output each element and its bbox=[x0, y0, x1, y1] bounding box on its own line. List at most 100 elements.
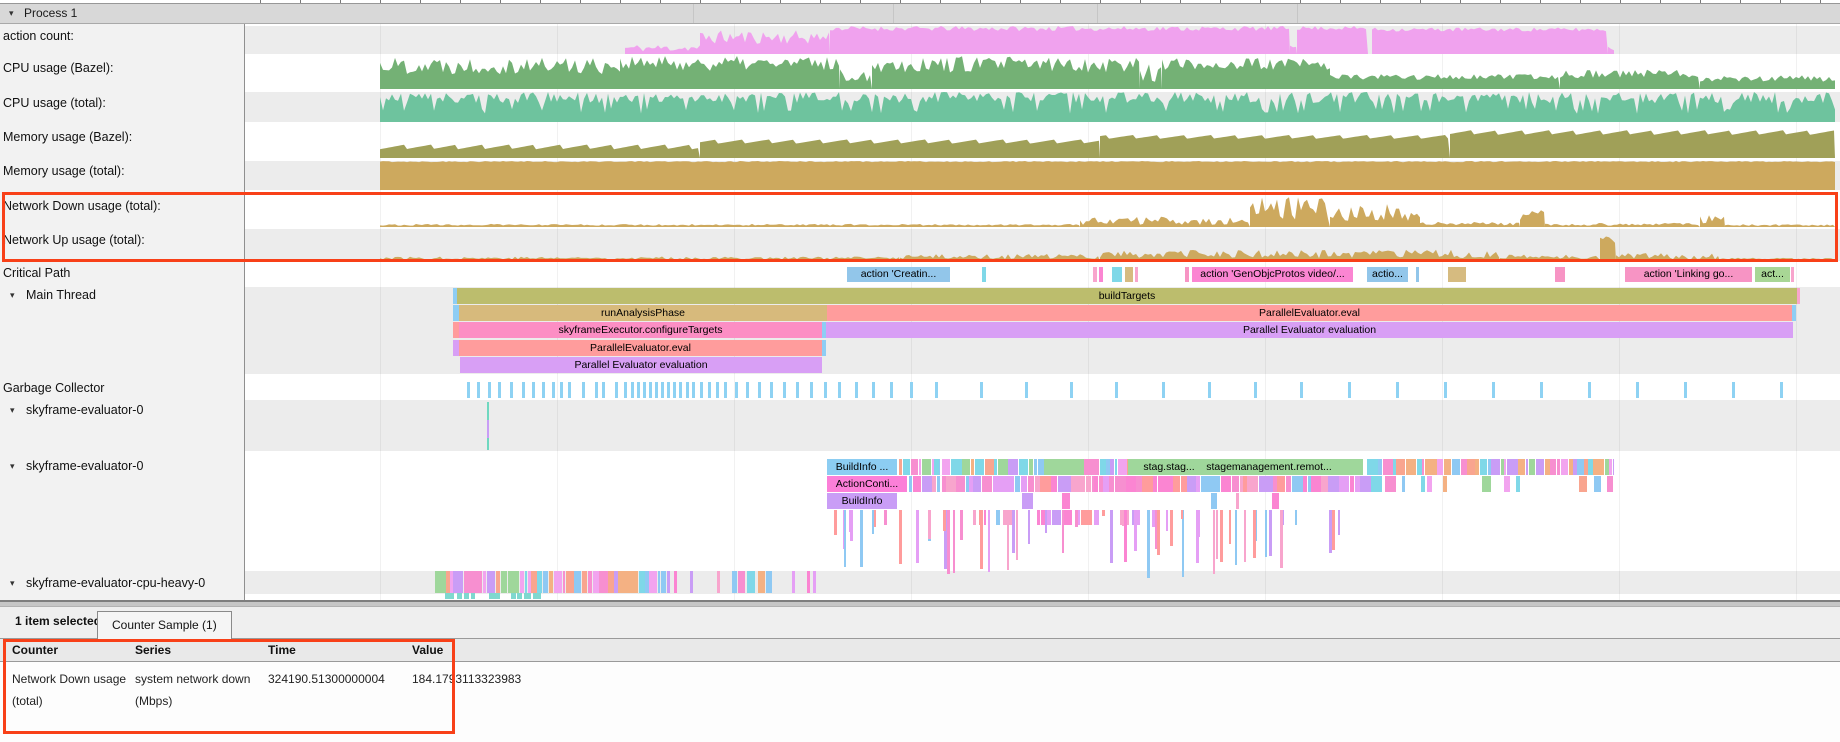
gc-event-tick[interactable] bbox=[510, 382, 513, 398]
counter-chart-memory-usage-bazel[interactable] bbox=[0, 124, 1840, 158]
flame-spike[interactable] bbox=[1007, 510, 1009, 570]
flame-slice[interactable] bbox=[1425, 459, 1433, 475]
main-thread-slice-parallelevaluator-eval[interactable]: ParallelEvaluator.eval bbox=[827, 305, 1792, 321]
flame-slice[interactable] bbox=[962, 459, 970, 475]
gc-event-tick[interactable] bbox=[655, 382, 658, 398]
flame-slice[interactable] bbox=[1480, 459, 1487, 475]
flame-spike[interactable] bbox=[1110, 510, 1113, 563]
flame-slice[interactable] bbox=[1609, 459, 1612, 475]
counter-area-action-count[interactable] bbox=[625, 26, 1614, 54]
gc-event-tick[interactable] bbox=[522, 382, 525, 398]
flame-slice[interactable] bbox=[496, 571, 501, 593]
flame-slice[interactable] bbox=[1062, 493, 1070, 509]
flame-spike[interactable] bbox=[844, 510, 846, 567]
skyframe-slice-buildinfo[interactable]: BuildInfo bbox=[827, 493, 897, 509]
flame-slice[interactable] bbox=[1577, 459, 1584, 475]
flame-slice[interactable] bbox=[1475, 459, 1479, 475]
flame-slice[interactable] bbox=[1385, 476, 1396, 492]
flame-slice[interactable] bbox=[998, 459, 1008, 475]
flame-slice[interactable] bbox=[922, 459, 928, 475]
flame-slice[interactable] bbox=[1094, 476, 1098, 492]
flame-spike[interactable] bbox=[1295, 510, 1297, 525]
cpu-heavy-subslice[interactable] bbox=[517, 593, 522, 599]
flame-spike[interactable] bbox=[953, 510, 955, 573]
gc-event-tick[interactable] bbox=[855, 382, 858, 398]
flame-spike[interactable] bbox=[1157, 510, 1160, 555]
flame-slice[interactable] bbox=[1181, 476, 1187, 492]
flame-slice[interactable] bbox=[1000, 476, 1003, 492]
gc-event-tick[interactable] bbox=[667, 382, 670, 398]
flame-slice[interactable] bbox=[1277, 476, 1285, 492]
flame-slice[interactable] bbox=[969, 476, 972, 492]
gc-event-tick[interactable] bbox=[1732, 382, 1735, 398]
gc-event-tick[interactable] bbox=[637, 382, 640, 398]
cpu-heavy-subslice[interactable] bbox=[533, 593, 541, 599]
flame-slice[interactable] bbox=[1536, 459, 1544, 475]
flame-slice[interactable] bbox=[1314, 476, 1321, 492]
flame-slice[interactable] bbox=[1086, 476, 1092, 492]
collapse-arrow-icon[interactable]: ▾ bbox=[10, 461, 15, 472]
flame-slice[interactable] bbox=[1247, 476, 1258, 492]
flame-slice[interactable] bbox=[946, 476, 955, 492]
tab-counter-sample[interactable]: Counter Sample (1) bbox=[97, 611, 232, 640]
critical-path-slice[interactable] bbox=[1185, 267, 1189, 282]
gc-event-tick[interactable] bbox=[1588, 382, 1591, 398]
flame-slice[interactable] bbox=[1210, 476, 1220, 492]
gc-event-tick[interactable] bbox=[467, 382, 470, 398]
gc-event-tick[interactable] bbox=[810, 382, 813, 398]
gc-event-tick[interactable] bbox=[910, 382, 913, 398]
skyframe-slice[interactable] bbox=[1046, 459, 1084, 475]
panel-resize-handle[interactable] bbox=[0, 600, 1840, 607]
flame-spike[interactable] bbox=[1016, 510, 1018, 560]
flame-slice[interactable] bbox=[1452, 459, 1461, 475]
flame-slice[interactable] bbox=[1187, 476, 1196, 492]
counter-area-cpu-usage-total[interactable] bbox=[380, 92, 1835, 122]
flame-slice[interactable] bbox=[1561, 459, 1568, 475]
flame-slice[interactable] bbox=[1071, 476, 1079, 492]
gc-event-tick[interactable] bbox=[1684, 382, 1687, 398]
flame-slice[interactable] bbox=[922, 476, 932, 492]
gc-event-tick[interactable] bbox=[568, 382, 571, 398]
counter-chart-network-down-usage-total[interactable] bbox=[0, 193, 1840, 227]
gc-event-tick[interactable] bbox=[770, 382, 773, 398]
flame-spike[interactable] bbox=[1134, 510, 1137, 551]
gc-event-tick[interactable] bbox=[980, 382, 983, 398]
counter-area-memory-usage-bazel[interactable] bbox=[380, 130, 1835, 158]
flame-spike[interactable] bbox=[1253, 510, 1256, 558]
flame-spike[interactable] bbox=[943, 510, 946, 531]
gc-event-tick[interactable] bbox=[615, 382, 618, 398]
flame-slice[interactable] bbox=[593, 571, 599, 593]
collapse-arrow-icon[interactable]: ▾ bbox=[9, 8, 14, 19]
critical-path-slice-action-linking-go-[interactable]: action 'Linking go... bbox=[1625, 267, 1752, 282]
flame-slice[interactable] bbox=[1259, 476, 1265, 492]
flame-slice[interactable] bbox=[1273, 476, 1277, 492]
gc-event-tick[interactable] bbox=[1162, 382, 1165, 398]
critical-path-slice[interactable] bbox=[1791, 267, 1794, 282]
flame-slice[interactable] bbox=[1491, 459, 1500, 475]
flame-spike[interactable] bbox=[1045, 510, 1047, 533]
flame-spike[interactable] bbox=[1329, 510, 1332, 553]
flame-slice[interactable] bbox=[1019, 459, 1029, 475]
gc-event-tick[interactable] bbox=[1492, 382, 1495, 398]
flame-slice[interactable] bbox=[554, 571, 563, 593]
main-thread-slice-parallel-evaluator-evaluatio[interactable]: Parallel Evaluator evaluation bbox=[460, 357, 822, 373]
cpu-heavy-subslice[interactable] bbox=[457, 593, 462, 599]
col-header-counter[interactable]: Counter bbox=[12, 643, 58, 657]
flame-slice[interactable] bbox=[1529, 459, 1536, 475]
flame-slice[interactable] bbox=[566, 571, 574, 593]
flame-slice[interactable] bbox=[1118, 459, 1127, 475]
collapse-arrow-icon[interactable]: ▾ bbox=[10, 290, 15, 301]
flame-slice[interactable] bbox=[1004, 476, 1014, 492]
flame-slice[interactable] bbox=[1383, 459, 1393, 475]
flame-slice[interactable] bbox=[1163, 476, 1172, 492]
gc-event-tick[interactable] bbox=[649, 382, 652, 398]
cpu-heavy-sliver[interactable] bbox=[792, 571, 795, 593]
gc-event-tick[interactable] bbox=[783, 382, 786, 398]
flame-slice[interactable] bbox=[1052, 510, 1060, 525]
flame-slice[interactable] bbox=[1089, 459, 1099, 475]
skyframe-slice-actionconti-[interactable]: ActionConti... bbox=[827, 476, 907, 492]
critical-path-slice-act-[interactable]: act... bbox=[1755, 267, 1790, 282]
flame-spike[interactable] bbox=[916, 510, 919, 563]
flame-slice[interactable] bbox=[1461, 459, 1467, 475]
flame-slice[interactable] bbox=[1008, 459, 1018, 475]
